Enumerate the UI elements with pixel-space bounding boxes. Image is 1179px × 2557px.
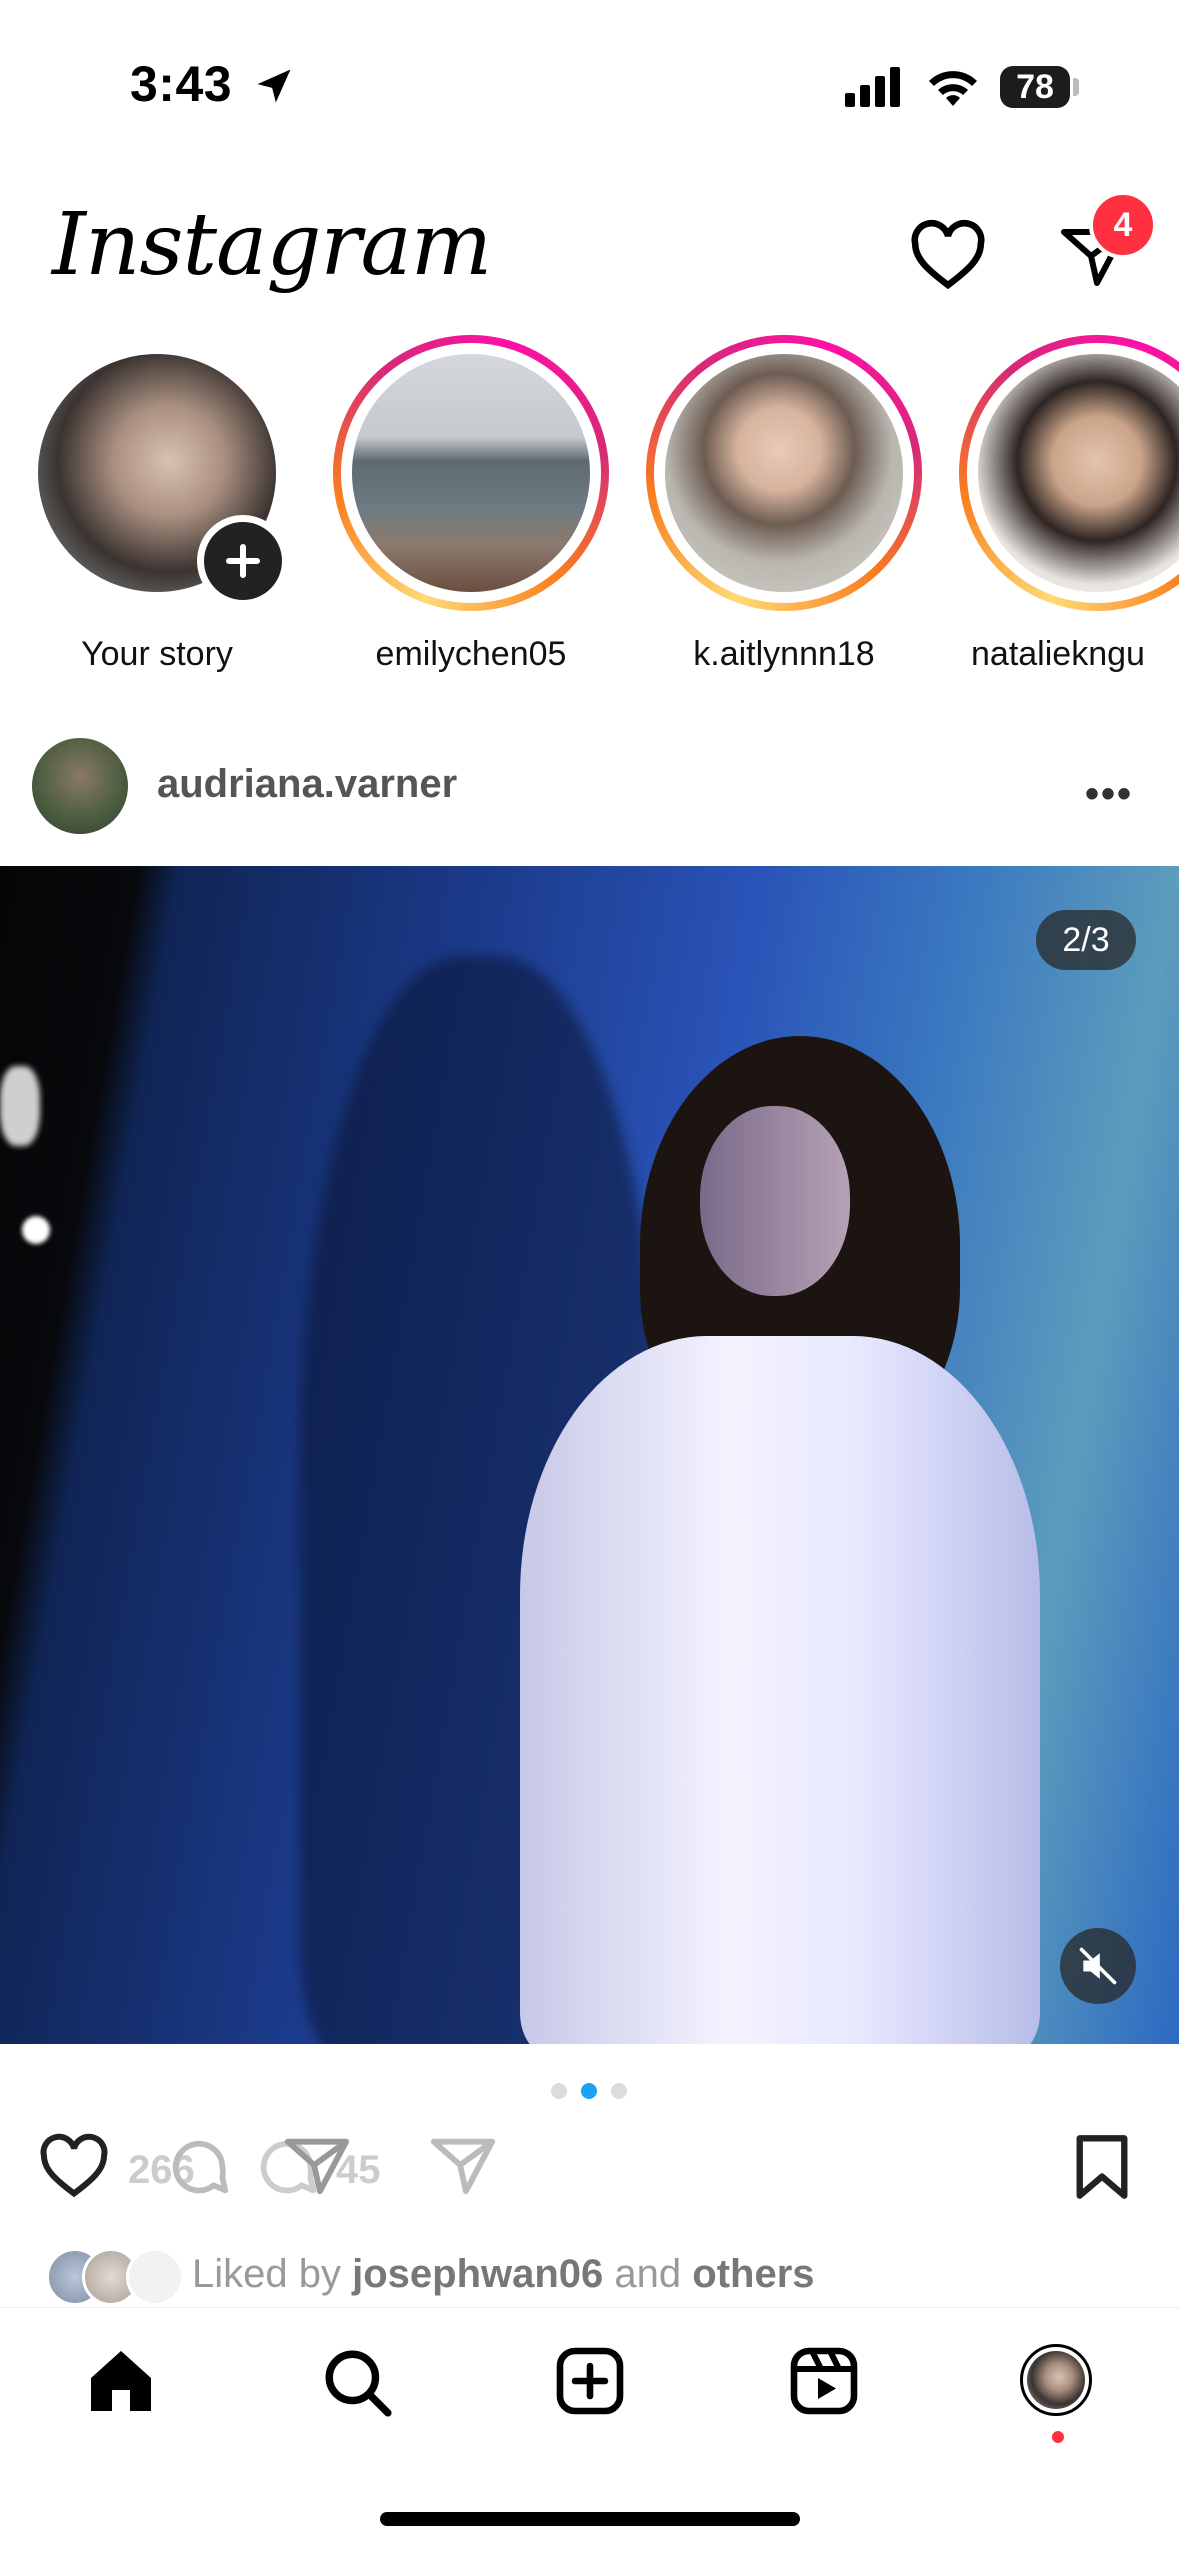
light-flare (0, 1066, 40, 1146)
more-icon[interactable]: ••• (1085, 772, 1133, 817)
wifi-icon (929, 71, 977, 106)
battery-indicator: 78 (1000, 66, 1070, 108)
story-avatar (665, 354, 903, 592)
story-label: emilychen05 (375, 635, 567, 673)
post-media[interactable] (0, 866, 1179, 2044)
story-k-aitlynnn18[interactable]: k.aitlynnn18 (644, 335, 924, 674)
post-username[interactable]: audriana.varner (157, 762, 457, 807)
home-icon[interactable] (84, 2345, 158, 2417)
story-label: nataliekngu (971, 635, 1145, 673)
reels-icon[interactable] (788, 2345, 860, 2417)
carousel-dot (551, 2083, 567, 2099)
shares-count[interactable]: 45 (336, 2148, 381, 2193)
signal-icon (845, 67, 900, 107)
liked-by-user[interactable]: josephwan06 (352, 2252, 603, 2296)
instagram-logo[interactable]: Instagram (52, 195, 492, 295)
location-arrow-icon (257, 69, 291, 103)
figure-face (700, 1106, 850, 1296)
home-indicator (380, 2512, 800, 2526)
bookmark-icon[interactable] (1070, 2132, 1134, 2202)
mute-icon[interactable] (1060, 1928, 1136, 2004)
carousel-counter: 2/3 (1036, 910, 1136, 970)
heart-icon[interactable] (908, 218, 988, 290)
liked-by-text[interactable]: Liked by josephwan06 and others (192, 2252, 815, 2297)
status-time: 3:43 (130, 56, 233, 112)
like-icon[interactable] (38, 2132, 110, 2198)
liked-by-prefix: Liked by (192, 2252, 353, 2296)
story-avatar (352, 354, 590, 592)
post-author-avatar[interactable] (32, 738, 128, 834)
add-story-icon[interactable] (197, 515, 289, 607)
story-label: k.aitlynnn18 (693, 635, 875, 673)
story-your-story[interactable]: Your story (17, 335, 297, 674)
liked-by-others[interactable]: others (692, 2252, 814, 2296)
carousel-dot (611, 2083, 627, 2099)
light-flare (22, 1216, 50, 1244)
create-icon[interactable] (554, 2345, 626, 2417)
profile-icon[interactable] (1020, 2344, 1092, 2416)
profile-avatar (1027, 2351, 1085, 2409)
story-avatar (978, 354, 1179, 592)
battery-tip (1073, 78, 1079, 96)
liker-avatar (126, 2248, 184, 2306)
share-icon[interactable] (428, 2132, 498, 2198)
comment-icon[interactable] (164, 2132, 234, 2202)
search-icon[interactable] (320, 2345, 394, 2419)
profile-notification-dot (1052, 2431, 1064, 2443)
figure-dress (520, 1336, 1040, 2044)
carousel-dot-active (581, 2083, 597, 2099)
dm-notification-badge: 4 (1089, 191, 1157, 259)
story-label: Your story (81, 635, 233, 673)
story-emilychen05[interactable]: emilychen05 (331, 335, 611, 674)
story-nataliekngu[interactable]: nataliekngu (957, 335, 1179, 674)
liked-by-middle: and (603, 2252, 693, 2296)
